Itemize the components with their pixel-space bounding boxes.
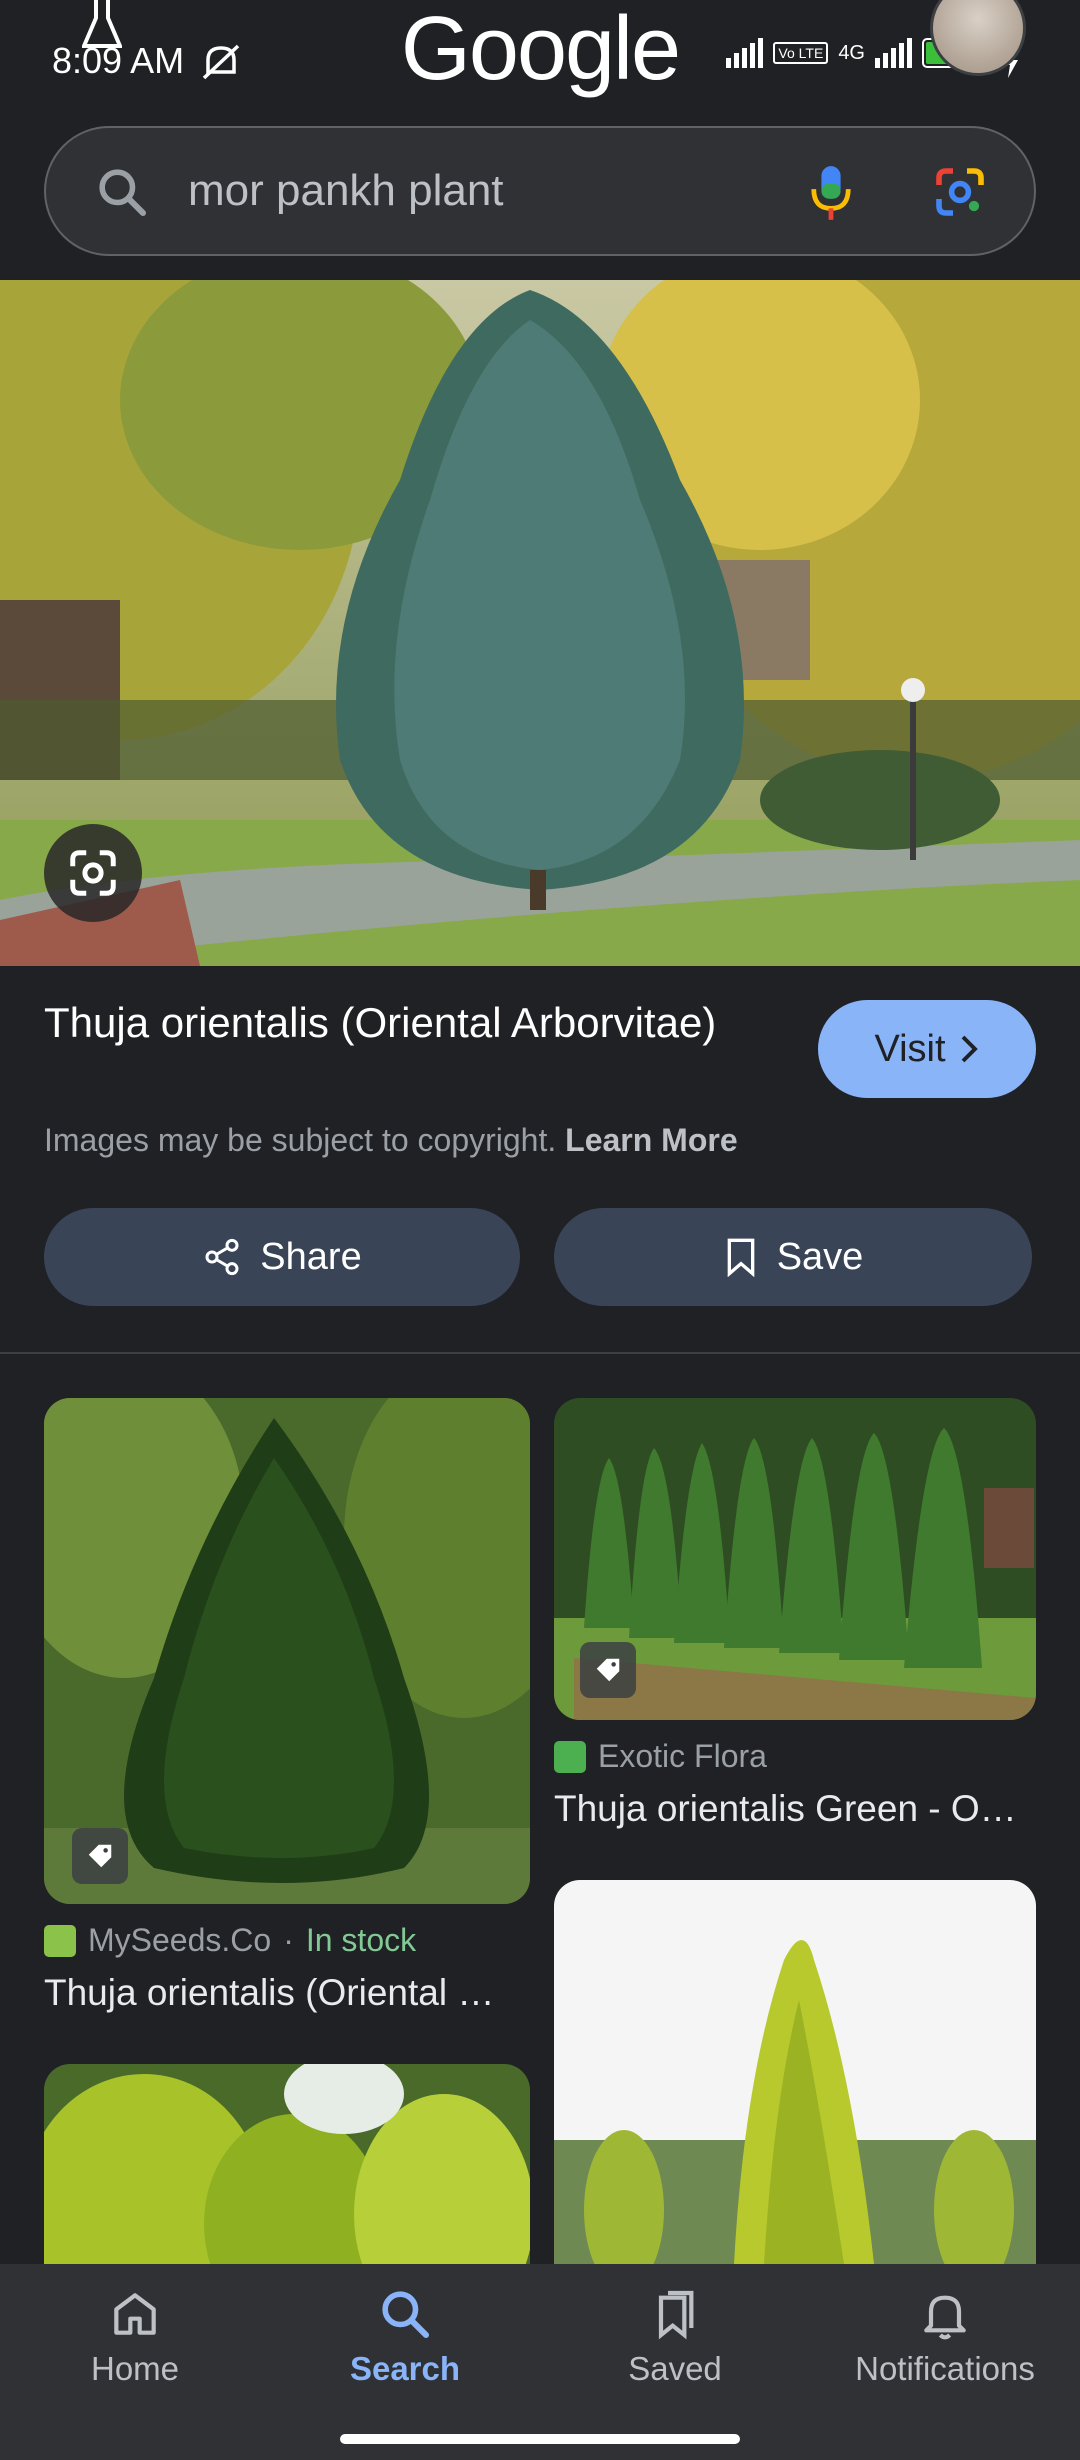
related-source-2[interactable]: Exotic Flora	[554, 1738, 767, 1775]
google-lens-icon	[70, 850, 116, 896]
chevron-right-icon	[961, 1035, 978, 1063]
search-icon	[382, 2291, 430, 2339]
bell-icon	[924, 2295, 966, 2340]
nav-saved-label: Saved	[628, 2350, 722, 2387]
nav-notifications-label: Notifications	[855, 2350, 1035, 2387]
nav-home-label: Home	[90, 2350, 180, 2387]
mic-icon[interactable]	[808, 162, 854, 224]
visit-label: Visit	[874, 1027, 946, 1070]
nav-search[interactable]: Search	[270, 2286, 540, 2388]
save-label: Save	[776, 1235, 864, 1278]
separator: ·	[283, 1922, 294, 1958]
bookmark-icon	[727, 1238, 755, 1277]
nav-saved[interactable]: Saved	[540, 2286, 810, 2388]
saved-icon	[658, 2290, 694, 2340]
nav-search-label: Search	[349, 2350, 461, 2387]
signal-icon	[726, 38, 764, 68]
related-image-4[interactable]	[554, 1880, 1036, 2264]
result-title[interactable]: Thuja orientalis (Oriental Arborvitae)	[44, 996, 724, 1050]
nav-home[interactable]: Home	[0, 2286, 270, 2388]
network-type: 4G	[838, 41, 865, 64]
hero-image[interactable]	[0, 280, 1080, 966]
share-label: Share	[260, 1235, 362, 1278]
source-name: MySeeds.Co	[88, 1922, 272, 1958]
google-lens-icon[interactable]	[932, 164, 988, 220]
favicon	[44, 1924, 76, 1957]
favicon	[554, 1740, 586, 1773]
stock-status: In stock	[305, 1922, 417, 1958]
search-bar[interactable]: mor pankh plant	[44, 126, 1036, 256]
signal-icon-2	[875, 38, 912, 68]
save-button[interactable]: Save	[554, 1208, 1032, 1306]
shopping-tag-icon	[580, 1642, 636, 1698]
share-icon	[205, 1238, 239, 1276]
visual-search-button[interactable]	[44, 824, 142, 922]
nav-notifications[interactable]: Notifications	[810, 2286, 1080, 2388]
source-name: Exotic Flora	[598, 1738, 767, 1774]
divider	[0, 1352, 1080, 1354]
home-indicator[interactable]	[340, 2434, 740, 2444]
shopping-tag-icon	[72, 1828, 128, 1884]
related-title-1[interactable]: Thuja orientalis (Oriental …	[44, 1972, 530, 2014]
related-image-3[interactable]	[44, 2064, 530, 2264]
related-title-2[interactable]: Thuja orientalis Green - O…	[554, 1788, 1036, 1830]
visit-button[interactable]: Visit	[818, 1000, 1036, 1098]
share-button[interactable]: Share	[44, 1208, 520, 1306]
volte-badge: Vo LTE	[773, 42, 829, 64]
copyright-notice: Images may be subject to copyright. Lear…	[44, 1122, 738, 1159]
learn-more-link[interactable]: Learn More	[565, 1122, 737, 1158]
search-input[interactable]: mor pankh plant	[188, 166, 504, 216]
search-icon	[99, 169, 147, 217]
home-icon	[114, 2293, 156, 2335]
bottom-nav: Home Search Saved Notifications	[0, 2264, 1080, 2460]
related-source-1[interactable]: MySeeds.Co · In stock	[44, 1922, 416, 1959]
copyright-text: Images may be subject to copyright.	[44, 1122, 557, 1158]
